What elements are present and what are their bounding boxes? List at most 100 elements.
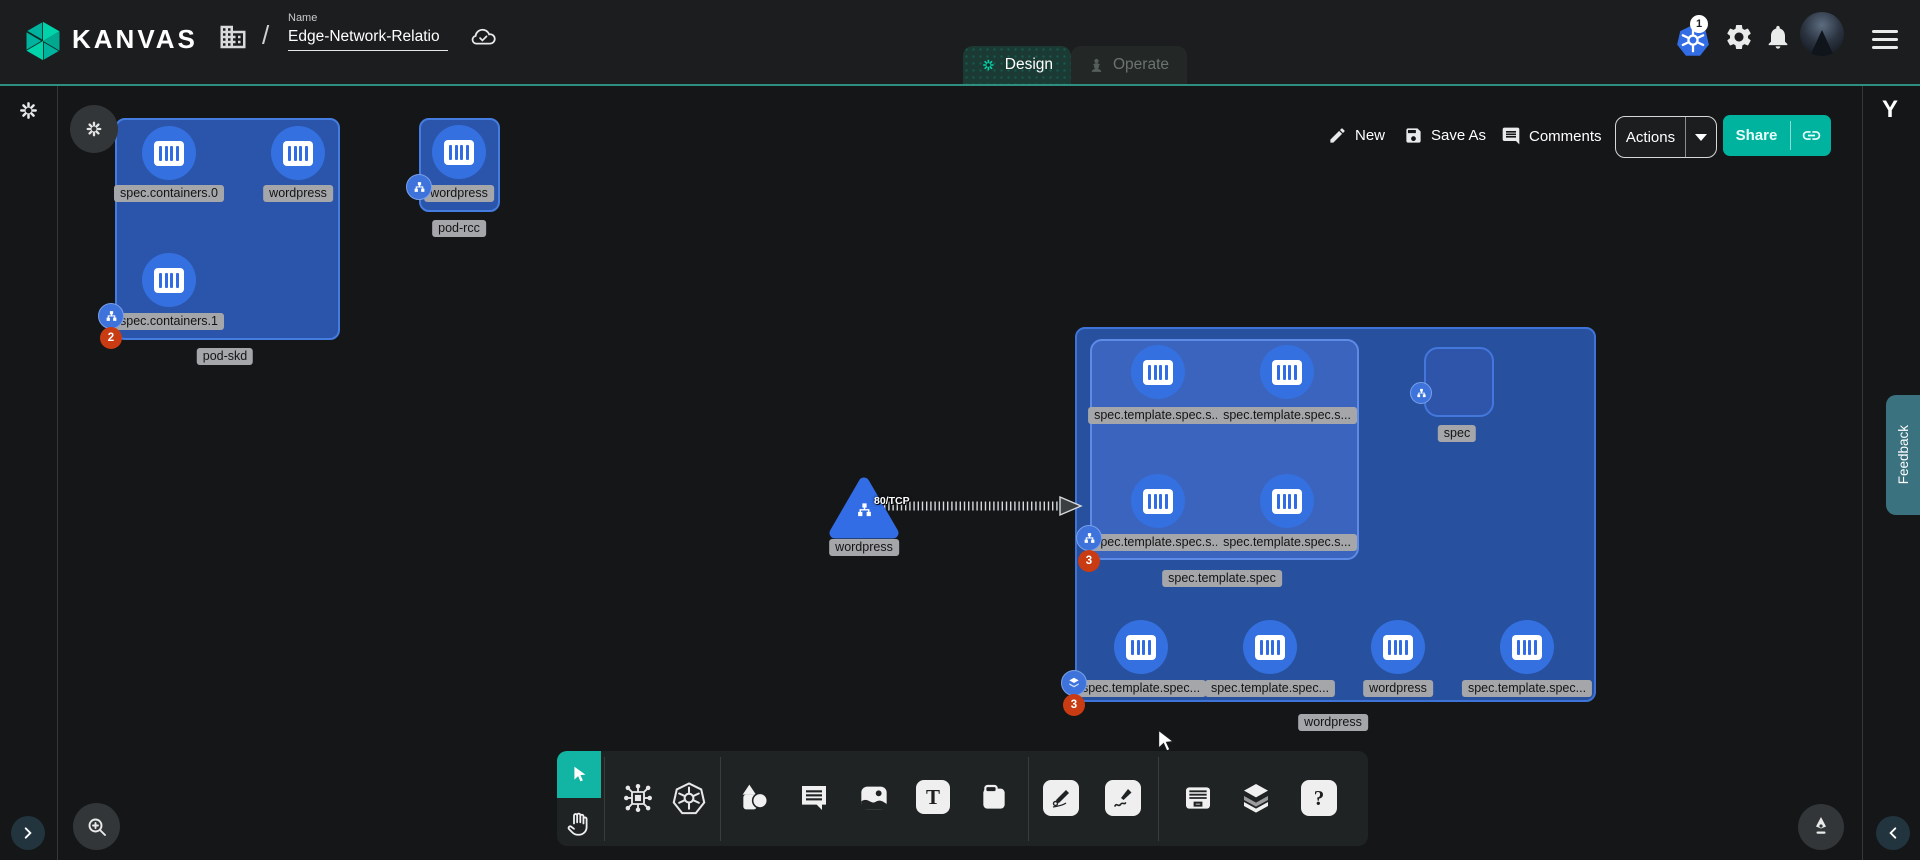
design-name-label: Name [288,12,458,24]
feedback-label: Feedback [1896,425,1911,484]
save-as-button[interactable]: Save As [1404,126,1486,145]
relationship-badge[interactable] [98,303,124,329]
group-spec-empty[interactable] [1424,347,1494,417]
relationship-badge[interactable] [1061,670,1087,696]
layers-icon [1240,782,1272,814]
group-label: spec [1438,425,1476,442]
settings-gear-icon[interactable] [1724,22,1754,57]
notifications-bell-icon[interactable] [1764,22,1792,57]
sitemap-icon [856,502,873,524]
feedback-tab[interactable]: Feedback [1886,395,1920,515]
container-icon [1255,635,1285,660]
relationship-badge[interactable] [406,174,432,200]
kanvas-logo-icon[interactable] [20,18,66,69]
tool-components[interactable] [620,780,656,816]
share-button[interactable]: Share [1723,115,1831,156]
relationship-badge[interactable] [1410,382,1432,404]
service-node[interactable] [828,476,900,540]
tool-archive-drawer[interactable] [1180,780,1216,816]
tool-frame[interactable] [976,780,1012,816]
container-icon [154,141,184,166]
actions-dropdown-button[interactable]: Actions [1615,116,1717,158]
relationship-badge[interactable] [1076,525,1102,551]
pencil-icon [1328,126,1347,145]
mouse-cursor [1152,728,1178,756]
actions-label: Actions [1616,129,1685,146]
expand-left-panel-button[interactable] [11,816,45,850]
comment-icon [1501,126,1521,146]
sitemap-icon [105,310,118,323]
zoom-button[interactable] [73,803,120,850]
group-label: spec.template.spec [1162,570,1282,587]
service-label: wordpress [829,539,899,556]
container-icon [444,140,474,165]
tool-pan-hand[interactable] [560,805,596,841]
container-node[interactable] [1500,620,1554,674]
whiteboarding-pen-button[interactable] [1798,804,1844,850]
collapse-right-panel-button[interactable] [1876,816,1910,850]
count-badge[interactable]: 3 [1063,694,1085,716]
tool-select-active[interactable] [557,751,601,798]
count-badge[interactable]: 2 [100,327,122,349]
container-node[interactable] [1371,620,1425,674]
node-label: spec.containers.0 [114,185,224,202]
node-label: spec.template.spec.s... [1088,534,1228,551]
container-node[interactable] [271,126,325,180]
new-button[interactable]: New [1328,126,1385,145]
app-header: KANVAS / Name [0,0,1920,84]
kubernetes-cluster-icon[interactable]: 1 [1676,22,1710,63]
share-label: Share [1723,127,1790,144]
pen-nib-icon [1809,815,1833,839]
container-node[interactable] [142,126,196,180]
container-node[interactable] [1260,345,1314,399]
tool-layers[interactable] [1238,780,1274,816]
group-label: pod-rcc [432,220,486,237]
save-as-label: Save As [1431,127,1486,144]
tool-kubernetes[interactable] [671,780,707,816]
tool-text[interactable]: T [916,780,950,814]
tab-operate[interactable]: Operate [1071,46,1187,84]
chevron-right-icon [21,826,35,840]
sitemap-icon [1083,532,1096,545]
tool-freehand[interactable] [1105,780,1141,816]
user-avatar[interactable] [1800,12,1844,56]
comments-button[interactable]: Comments [1501,126,1602,146]
node-label: wordpress [263,185,333,202]
container-node[interactable] [432,125,486,179]
container-node[interactable] [142,253,196,307]
tool-help[interactable]: ? [1301,780,1337,816]
container-node[interactable] [1243,620,1297,674]
toolbar-divider [720,757,721,841]
canvas-floating-node-button[interactable] [70,105,118,153]
tool-image[interactable] [856,780,892,816]
tool-comment[interactable] [796,780,832,816]
help-glyph: ? [1314,786,1325,811]
drawer-icon [1182,782,1214,814]
copy-link-icon[interactable] [1791,125,1831,146]
tab-design[interactable]: Design [963,46,1071,84]
comment-icon [798,782,830,814]
container-icon [1272,489,1302,514]
container-node[interactable] [1260,474,1314,528]
container-icon [1512,635,1542,660]
menu-hamburger-icon[interactable] [1872,30,1898,54]
container-node[interactable] [1131,345,1185,399]
organization-icon[interactable] [218,22,248,57]
freehand-pencil-icon [1111,786,1135,810]
container-icon [283,141,313,166]
group-label: pod-skd [197,348,253,365]
container-icon [154,268,184,293]
container-node[interactable] [1114,620,1168,674]
tool-shapes[interactable] [736,780,772,816]
tool-pen[interactable] [1043,780,1079,816]
count-badge[interactable]: 3 [1078,550,1100,572]
pen-path-icon [1049,786,1073,810]
design-name-input[interactable] [288,26,448,51]
shapes-icon [738,782,770,814]
network-edge [880,492,1086,520]
node-label: spec.template.spec... [1462,680,1592,697]
container-node[interactable] [1131,474,1185,528]
left-rail-divider [57,86,58,860]
right-rail-divider [1862,86,1863,860]
magnifier-plus-icon [85,815,109,839]
